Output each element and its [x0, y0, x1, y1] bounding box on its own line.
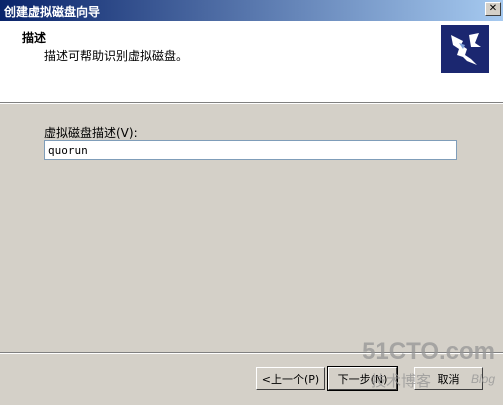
close-button[interactable]: ✕: [485, 2, 501, 16]
watermark: 51CTO.com 技术博客 Blog: [362, 338, 495, 396]
watermark-tagline: 技术博客: [371, 372, 432, 390]
header-divider-highlight: [0, 103, 503, 104]
header-title: 描述: [22, 31, 47, 45]
wizard-header: 描述 描述可帮助识别虚拟磁盘。: [0, 21, 503, 102]
header-subtitle: 描述可帮助识别虚拟磁盘。: [44, 49, 189, 63]
description-input[interactable]: [44, 140, 457, 160]
close-icon: ✕: [488, 3, 498, 14]
wizard-disk-icon: [441, 25, 489, 73]
title-bar: 创建虚拟磁盘向导 ✕: [0, 0, 503, 21]
description-label: 虚拟磁盘描述(V):: [44, 126, 138, 140]
watermark-site: 51CTO.com: [362, 338, 495, 365]
back-button[interactable]: <上一个(P): [256, 367, 325, 390]
watermark-blog: Blog: [470, 372, 495, 386]
window-title: 创建虚拟磁盘向导: [4, 5, 101, 19]
